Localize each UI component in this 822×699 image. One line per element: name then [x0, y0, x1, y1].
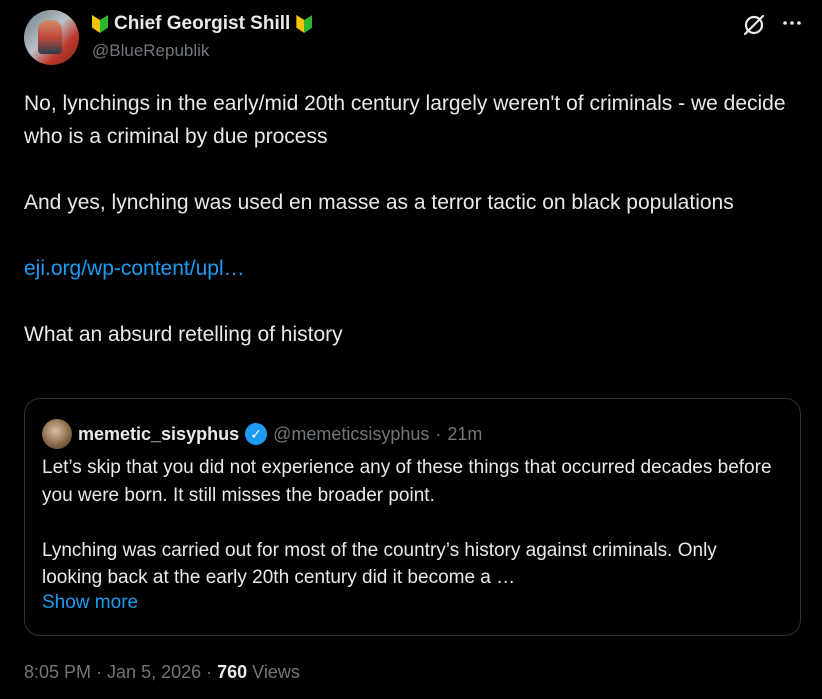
tweet-paragraph: What an absurd retelling of history — [24, 323, 343, 346]
tweet-meta: 8:05 PM · Jan 5, 2026 · 760 Views — [24, 662, 300, 683]
quoted-tweet-time[interactable]: 21m — [447, 424, 482, 445]
author-avatar[interactable] — [24, 10, 79, 65]
author-display-name[interactable]: Chief Georgist Shill — [114, 13, 290, 35]
views-label[interactable]: Views — [252, 662, 300, 683]
quoted-paragraph: Let’s skip that you did not experience a… — [42, 457, 772, 506]
quoted-author-handle[interactable]: @memeticsisyphus — [273, 424, 429, 445]
separator: · — [435, 423, 442, 444]
avatar-figure — [38, 20, 62, 54]
tweet-text: No, lynchings in the early/mid 20th cent… — [24, 87, 799, 351]
verified-badge-icon: ✓ — [245, 423, 268, 445]
quoted-paragraph: Lynching was carried out for most of the… — [42, 539, 717, 589]
beginner-badge-icon — [92, 15, 108, 33]
beginner-badge-icon — [296, 15, 313, 33]
tweet-date[interactable]: Jan 5, 2026 — [107, 662, 201, 683]
quoted-author-name[interactable]: memetic_sisyphus — [78, 424, 239, 445]
author-name-row[interactable]: Chief Georgist Shill — [92, 12, 313, 36]
quoted-author-avatar[interactable] — [42, 419, 72, 449]
quoted-tweet-header: memetic_sisyphus ✓ @memeticsisyphus · 21… — [42, 419, 482, 449]
quoted-tweet[interactable]: memetic_sisyphus ✓ @memeticsisyphus · 21… — [24, 398, 801, 636]
quoted-tweet-text: Let’s skip that you did not experience a… — [42, 454, 782, 592]
tweet-link[interactable]: eji.org/wp-content/upl… — [24, 257, 245, 280]
tweet-time[interactable]: 8:05 PM — [24, 662, 91, 683]
grok-icon[interactable] — [741, 12, 767, 38]
separator: · — [96, 662, 103, 682]
views-count[interactable]: 760 — [217, 662, 247, 683]
tweet-paragraph: No, lynchings in the early/mid 20th cent… — [24, 92, 786, 148]
tweet: Chief Georgist Shill @BlueRepublik No, l… — [0, 0, 822, 699]
author-handle[interactable]: @BlueRepublik — [92, 41, 209, 61]
more-options-icon[interactable] — [779, 12, 805, 38]
show-more-link[interactable]: Show more — [42, 592, 138, 614]
separator: · — [206, 662, 213, 682]
tweet-paragraph: And yes, lynching was used en masse as a… — [24, 191, 734, 214]
